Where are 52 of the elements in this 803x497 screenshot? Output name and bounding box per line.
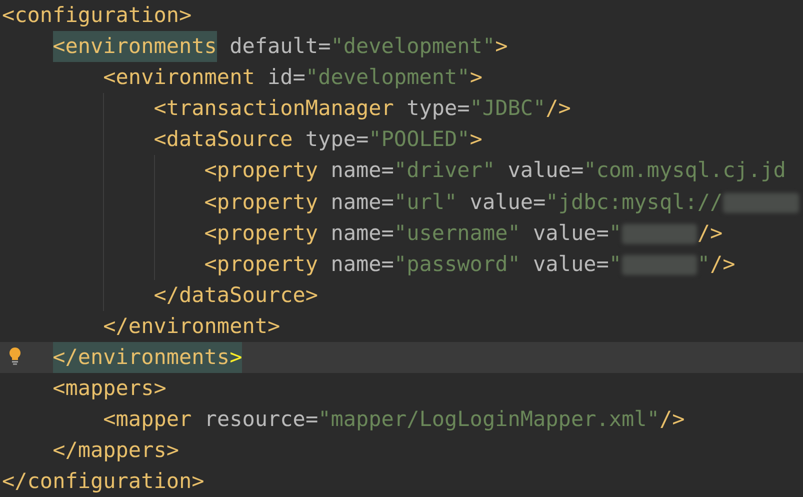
xml-tag: <property	[204, 186, 318, 218]
attribute-value: "driver"	[394, 157, 496, 184]
xml-tag: >	[470, 62, 482, 94]
xml-tag: <environment	[103, 62, 255, 94]
attribute-name: type=	[406, 95, 470, 122]
attribute-name: name=	[330, 250, 394, 278]
xml-tag: </configuration>	[2, 466, 204, 497]
attribute-name: resource=	[204, 406, 318, 434]
xml-tag: <property	[204, 218, 318, 249]
attribute-name: default=	[230, 33, 331, 60]
attribute-value: "com.mysql.cj.jd	[584, 157, 786, 184]
attribute-value: "password"	[394, 250, 520, 278]
attribute-name: value=	[533, 250, 609, 278]
xml-tag: <property	[204, 155, 318, 187]
attribute-value: "development"	[305, 64, 470, 92]
xml-tag: </environments	[52, 342, 230, 374]
attribute-value: "	[697, 250, 710, 278]
xml-tag: <property	[204, 248, 318, 280]
attribute-value: "JDBC"	[470, 95, 546, 122]
xml-tag: />	[546, 93, 571, 124]
xml-tag: <transactionManager	[154, 93, 394, 124]
xml-tag: />	[697, 218, 723, 249]
xml-tag: </dataSource>	[154, 280, 318, 311]
xml-tag: >	[470, 124, 482, 156]
attribute-name: value=	[508, 157, 584, 184]
xml-tag: <mappers>	[52, 373, 166, 404]
attribute-name: value=	[533, 220, 609, 247]
attribute-value: "POOLED"	[368, 126, 470, 154]
xml-tag: </environment>	[103, 310, 280, 342]
attribute-name: value=	[470, 188, 546, 216]
attribute-name: name=	[330, 157, 394, 184]
attribute-value: "	[608, 220, 622, 247]
xml-tag: <configuration>	[2, 0, 192, 32]
attribute-value: "jdbc:mysql://	[546, 188, 723, 216]
xml-tag: />	[710, 248, 736, 280]
xml-tag: />	[659, 404, 685, 436]
attribute-value: "development"	[330, 33, 496, 60]
attribute-value: "url"	[394, 188, 458, 216]
lightbulb-icon[interactable]	[9, 347, 21, 366]
attribute-value: "	[608, 250, 622, 278]
xml-tag: <environments	[52, 31, 217, 62]
xml-tag: <dataSource	[154, 124, 293, 156]
attribute-name: name=	[330, 220, 394, 247]
attribute-name: type=	[305, 126, 369, 154]
attribute-name: name=	[330, 188, 394, 216]
xml-tag: </mappers>	[52, 435, 179, 466]
xml-tag: >	[230, 342, 242, 374]
attribute-value: "mapper/LogLoginMapper.xml"	[318, 406, 660, 434]
attribute-name: id=	[268, 64, 306, 92]
xml-tag: <mapper	[103, 404, 192, 436]
xml-tag: >	[495, 31, 508, 62]
attribute-value: "username"	[394, 220, 520, 247]
